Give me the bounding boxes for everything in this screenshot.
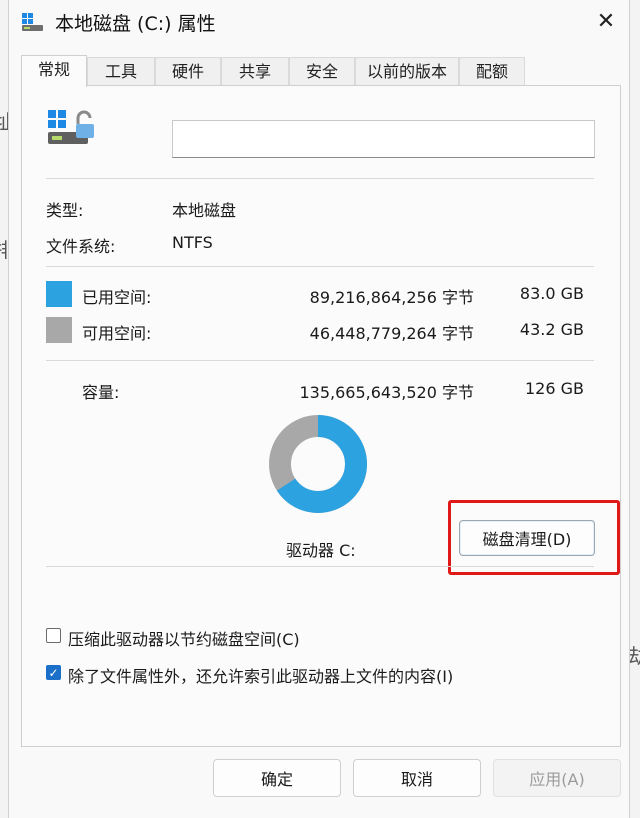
type-value: 本地磁盘 (172, 201, 237, 220)
capacity-bytes: 135,665,643,520 字节 (299, 383, 474, 402)
properties-dialog: 本地磁盘 (C:) 属性 ✕ 常规 工具 硬件 共享 安全 以前的版本 配额 类… (8, 0, 630, 818)
tab-tools[interactable]: 工具 (87, 57, 155, 85)
capacity-label: 容量: (82, 383, 120, 402)
usage-donut-chart (269, 415, 367, 513)
tab-strip: 常规 工具 硬件 共享 安全 以前的版本 配额 (21, 55, 621, 87)
used-space-swatch (46, 281, 72, 307)
used-space-bytes: 89,216,864,256 字节 (309, 288, 474, 307)
ok-button[interactable]: 确定 (213, 759, 341, 797)
file-system-label: 文件系统: (46, 237, 116, 256)
window-title: 本地磁盘 (C:) 属性 (55, 13, 216, 35)
drive-name-input[interactable] (172, 120, 595, 158)
type-label: 类型: (46, 201, 84, 220)
title-bar[interactable]: 本地磁盘 (C:) 属性 ✕ (9, 0, 631, 44)
tab-sharing[interactable]: 共享 (221, 57, 289, 85)
divider (46, 266, 594, 267)
apply-button[interactable]: 应用(A) (493, 759, 621, 797)
tab-quota[interactable]: 配额 (459, 57, 525, 85)
cancel-button[interactable]: 取消 (353, 759, 481, 797)
used-space-label: 已用空间: (82, 288, 152, 307)
free-space-swatch (46, 317, 72, 343)
free-space-label: 可用空间: (82, 324, 152, 343)
tab-previous-versions[interactable]: 以前的版本 (355, 57, 459, 85)
compress-checkbox[interactable] (46, 628, 61, 643)
drive-icon (22, 13, 43, 31)
tab-security[interactable]: 安全 (289, 57, 355, 85)
tab-hardware[interactable]: 硬件 (155, 57, 221, 85)
tab-general[interactable]: 常规 (21, 55, 87, 87)
free-space-bytes: 46,448,779,264 字节 (309, 324, 474, 343)
close-button[interactable]: ✕ (591, 8, 621, 36)
divider (46, 566, 594, 567)
drive-lock-icon (48, 110, 94, 144)
general-tab-panel: 类型: 本地磁盘 文件系统: NTFS 已用空间: 89,216,864,256… (21, 85, 621, 747)
capacity-size: 126 GB (525, 379, 584, 398)
disk-cleanup-button[interactable]: 磁盘清理(D) (459, 520, 595, 556)
free-space-size: 43.2 GB (519, 320, 584, 339)
used-space-size: 83.0 GB (519, 284, 584, 303)
index-checkbox[interactable]: ✓ (46, 665, 61, 680)
compress-label: 压缩此驱动器以节约磁盘空间(C) (68, 630, 300, 649)
file-system-value: NTFS (172, 233, 213, 252)
divider (46, 360, 594, 361)
divider (46, 178, 594, 179)
index-label: 除了文件属性外，还允许索引此驱动器上文件的内容(I) (68, 667, 454, 686)
drive-label: 驱动器 C: (286, 541, 356, 560)
